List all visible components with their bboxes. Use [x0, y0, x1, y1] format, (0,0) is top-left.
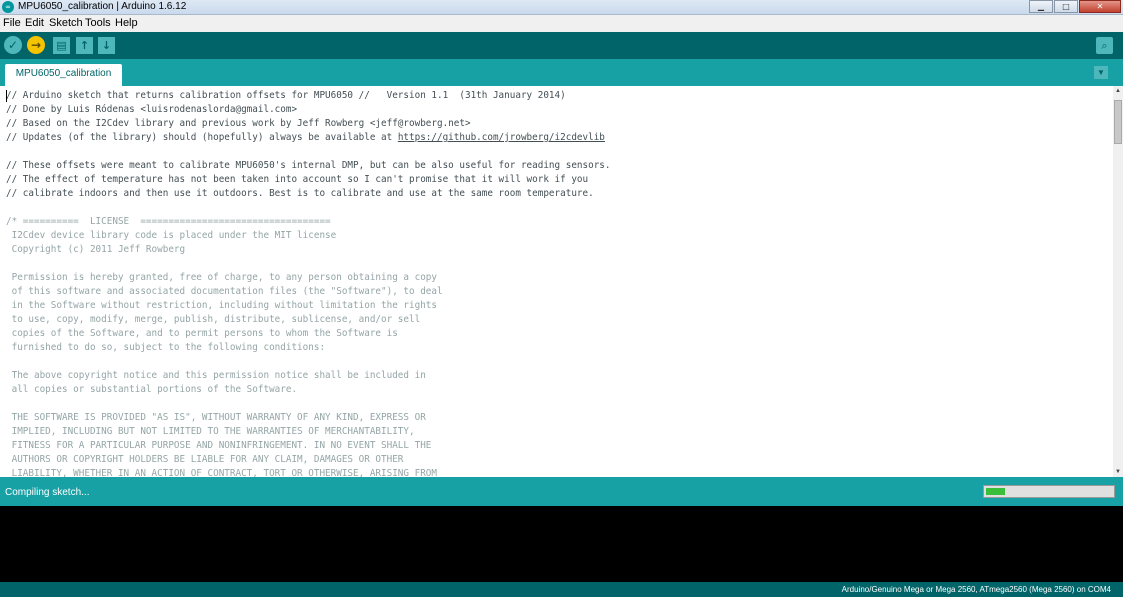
code-line: // Based on the I2Cdev library and previ…: [6, 118, 471, 129]
tab-bar: MPU6050_calibration ▼: [0, 59, 1123, 86]
code-line: The above copyright notice and this perm…: [6, 370, 426, 381]
code-line: // Done by Luis Ródenas <luisrodenaslord…: [6, 104, 298, 115]
footer-bar: Arduino/Genuino Mega or Mega 2560, ATmeg…: [0, 582, 1123, 597]
compile-progress-bar: [983, 485, 1115, 498]
tab-mpu6050-calibration[interactable]: MPU6050_calibration: [5, 64, 122, 86]
menu-sketch[interactable]: Sketch: [49, 16, 83, 31]
arrow-right-icon[interactable]: →: [27, 36, 45, 54]
scroll-up-icon[interactable]: ▲: [1113, 86, 1123, 96]
menu-tools[interactable]: Tools: [85, 16, 111, 31]
code-line: Permission is hereby granted, free of ch…: [6, 272, 437, 283]
code-line: // Arduino sketch that returns calibrati…: [6, 90, 566, 101]
code-line: // calibrate indoors and then use it out…: [6, 188, 594, 199]
arrow-up-icon[interactable]: ↑: [76, 37, 93, 54]
console-output[interactable]: [0, 506, 1123, 582]
board-info: Arduino/Genuino Mega or Mega 2560, ATmeg…: [841, 585, 1111, 594]
scroll-thumb[interactable]: [1114, 100, 1122, 144]
new-file-icon[interactable]: ▤: [53, 37, 70, 54]
scroll-down-icon[interactable]: ▼: [1113, 467, 1123, 477]
code-line: FITNESS FOR A PARTICULAR PURPOSE AND NON…: [6, 440, 432, 451]
code-line: AUTHORS OR COPYRIGHT HOLDERS BE LIABLE F…: [6, 454, 404, 465]
title-bar: ∞ MPU6050_calibration | Arduino 1.6.12 ▁…: [0, 0, 1123, 15]
status-bar: Compiling sketch...: [0, 477, 1123, 506]
code-line: copies of the Software, and to permit pe…: [6, 328, 398, 339]
toolbar: ✓ → ▤ ↑ ↓ ⌕: [0, 32, 1123, 59]
progress-fill: [986, 488, 1005, 495]
chevron-down-icon[interactable]: ▼: [1094, 66, 1108, 79]
code-line: // Updates (of the library) should (hope…: [6, 132, 398, 143]
code-line: to use, copy, modify, merge, publish, di…: [6, 314, 421, 325]
window-controls: ▁ □ ✕: [1028, 0, 1121, 13]
status-message: Compiling sketch...: [5, 487, 90, 498]
maximize-icon[interactable]: □: [1054, 0, 1078, 13]
arduino-logo-icon: ∞: [2, 1, 14, 13]
code-line: all copies or substantial portions of th…: [6, 384, 298, 395]
window-title: MPU6050_calibration | Arduino 1.6.12: [18, 1, 187, 12]
close-icon[interactable]: ✕: [1079, 0, 1121, 13]
code-line: // These offsets were meant to calibrate…: [6, 160, 611, 171]
menu-file[interactable]: File: [3, 16, 21, 31]
code-text[interactable]: // Arduino sketch that returns calibrati…: [0, 86, 1113, 477]
code-line: // The effect of temperature has not bee…: [6, 174, 589, 185]
code-line: IMPLIED, INCLUDING BUT NOT LIMITED TO TH…: [6, 426, 415, 437]
code-line: I2Cdev device library code is placed und…: [6, 230, 337, 241]
library-link[interactable]: https://github.com/jrowberg/i2cdevlib: [398, 132, 605, 143]
code-line: furnished to do so, subject to the follo…: [6, 342, 326, 353]
code-line: /* ========== LICENSE ==================…: [6, 216, 331, 227]
code-editor[interactable]: // Arduino sketch that returns calibrati…: [0, 86, 1113, 477]
magnifier-icon[interactable]: ⌕: [1096, 37, 1113, 54]
text-cursor: [6, 90, 7, 102]
menu-edit[interactable]: Edit: [25, 16, 44, 31]
arrow-down-icon[interactable]: ↓: [98, 37, 115, 54]
menu-bar: File Edit Sketch Tools Help: [0, 15, 1123, 32]
code-line: of this software and associated document…: [6, 286, 443, 297]
menu-help[interactable]: Help: [115, 16, 138, 31]
vertical-scrollbar[interactable]: ▲ ▼: [1113, 86, 1123, 477]
minimize-icon[interactable]: ▁: [1029, 0, 1053, 13]
code-line: Copyright (c) 2011 Jeff Rowberg: [6, 244, 186, 255]
code-line: THE SOFTWARE IS PROVIDED "AS IS", WITHOU…: [6, 412, 426, 423]
code-line: in the Software without restriction, inc…: [6, 300, 437, 311]
code-line: LIABILITY, WHETHER IN AN ACTION OF CONTR…: [6, 468, 437, 477]
check-icon[interactable]: ✓: [4, 36, 22, 54]
